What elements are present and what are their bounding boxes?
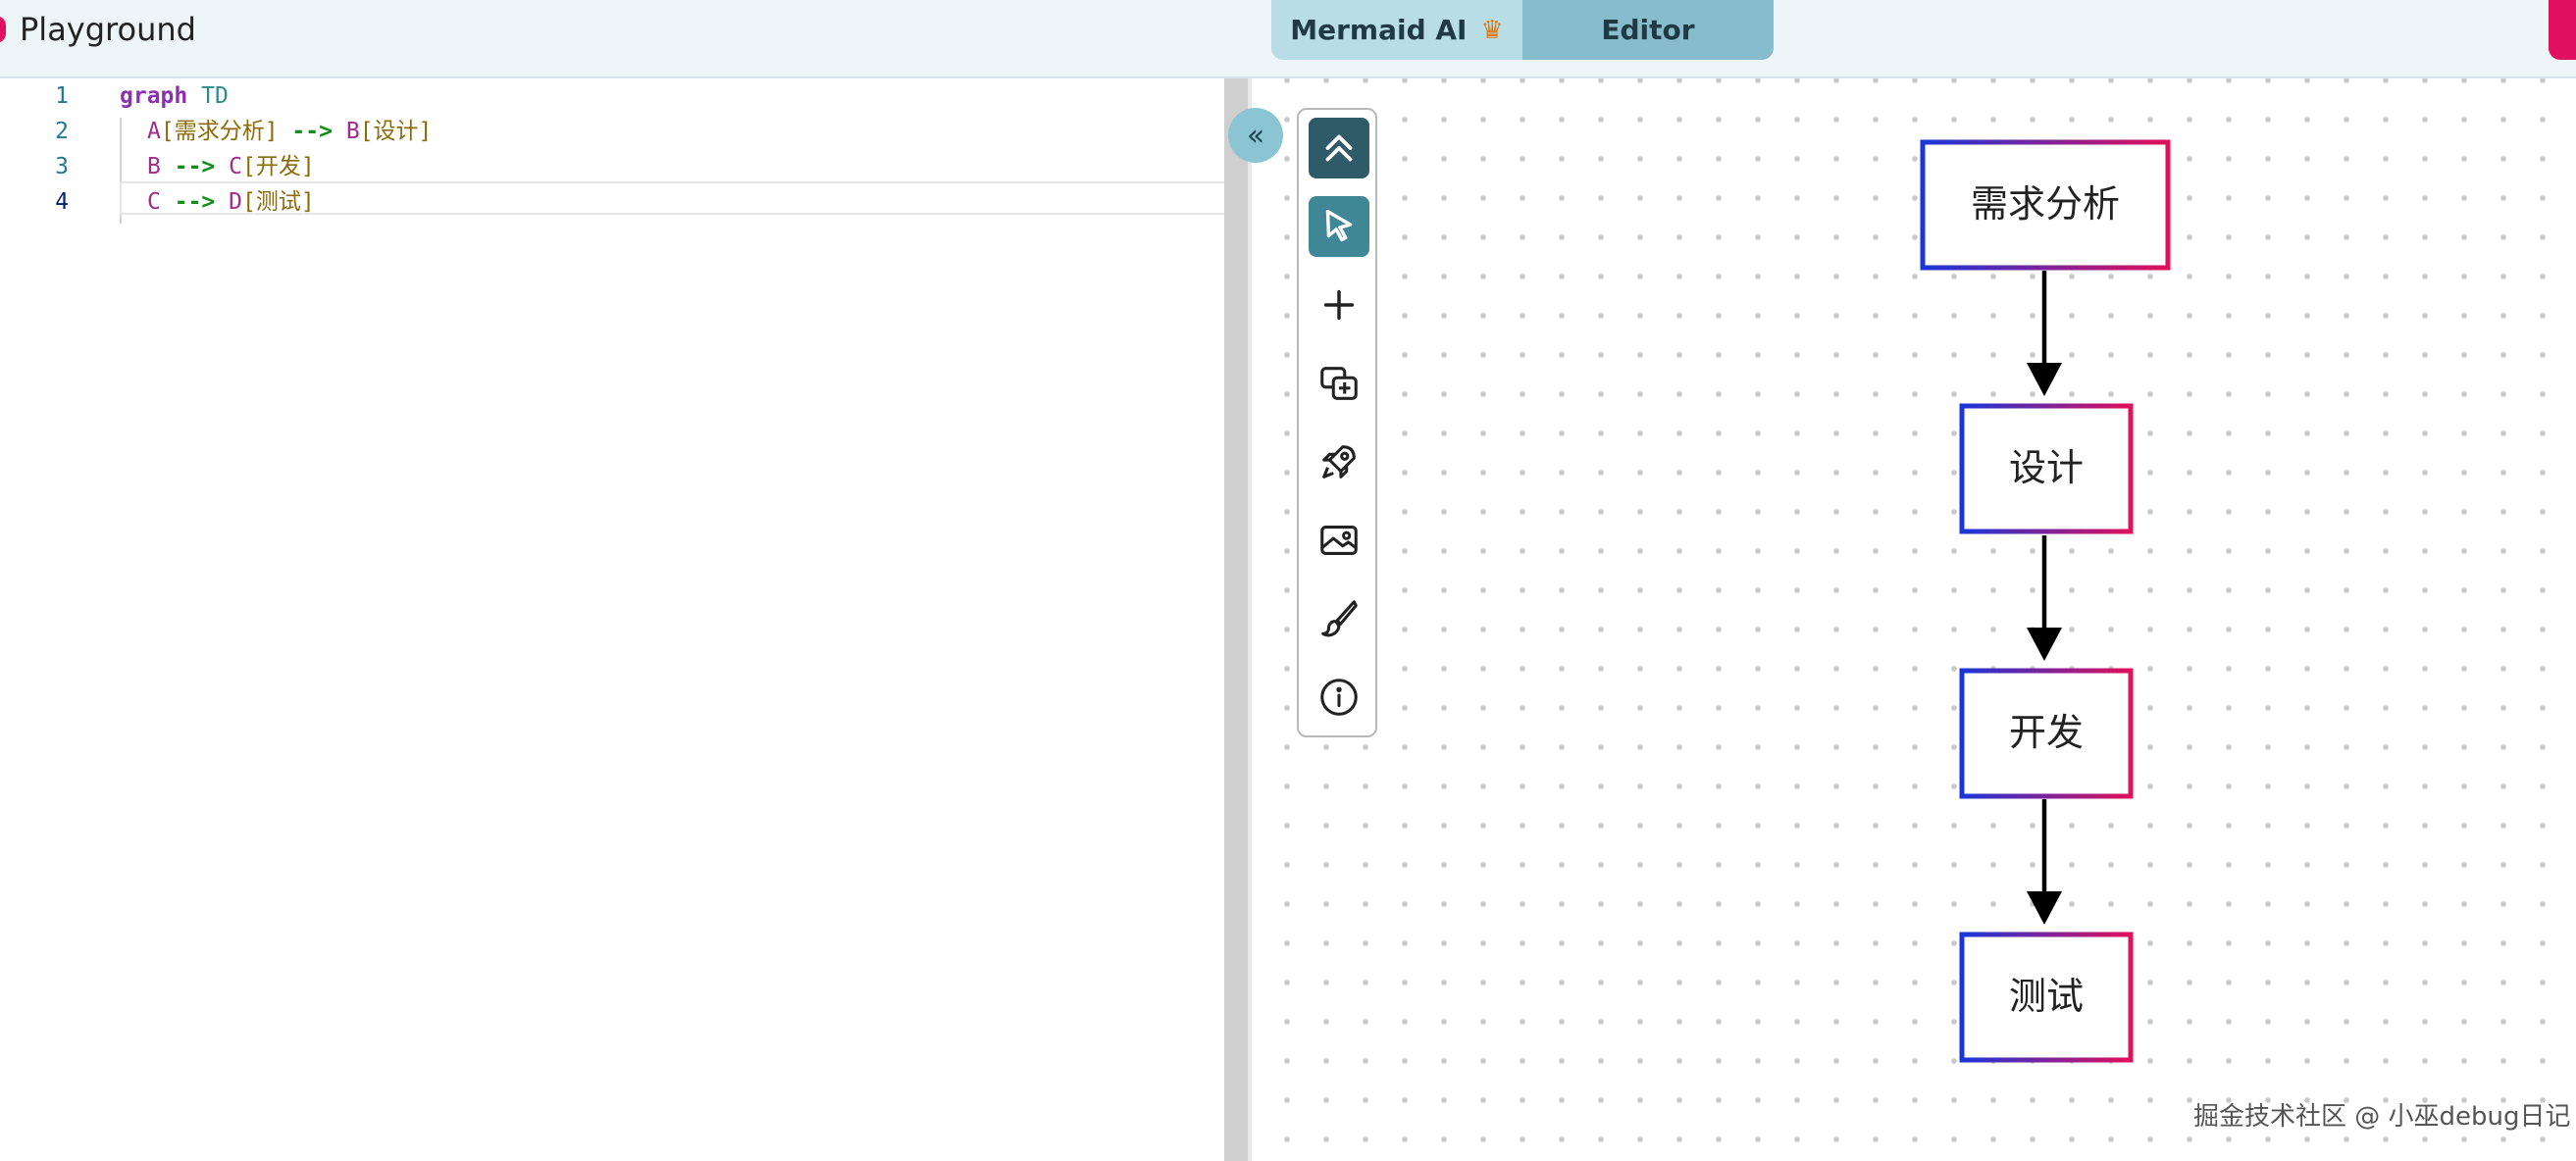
code-text[interactable]: graph TD <box>120 78 229 114</box>
add-shape-button[interactable] <box>1309 353 1369 414</box>
node-d-label: 测试 <box>2008 975 2084 1018</box>
tab-editor[interactable]: Editor <box>1522 0 1774 60</box>
code-line[interactable]: 1 graph TD <box>0 78 1248 114</box>
tab-mermaid-ai-label: Mermaid AI <box>1290 14 1468 46</box>
arrow-token: --> <box>174 189 216 215</box>
pointer-icon <box>1325 209 1353 242</box>
info-button[interactable] <box>1309 667 1369 728</box>
collapse-editor-button[interactable]: « <box>1228 108 1283 163</box>
code-editor[interactable]: 1 graph TD 2 A[需求分析] --> B[设计] 3 B --> C… <box>0 78 1250 1161</box>
export-image-button[interactable] <box>1309 510 1369 571</box>
code-text[interactable]: B --> C[开发] <box>147 149 315 184</box>
code-line-active[interactable]: 4 C --> D[测试] <box>0 184 1248 220</box>
node-id: C <box>147 189 161 215</box>
line-number: 1 <box>55 83 69 109</box>
chevrons-left-icon: « <box>1246 118 1265 153</box>
node-id: C <box>229 154 242 179</box>
node-id: B <box>345 119 360 144</box>
tab-editor-label: Editor <box>1601 14 1695 46</box>
collapse-toolbar-button[interactable] <box>1309 118 1369 178</box>
logo-icon <box>0 16 6 43</box>
info-icon <box>1320 679 1358 716</box>
select-tool-button[interactable] <box>1309 196 1369 257</box>
rocket-button[interactable] <box>1309 431 1369 492</box>
line-number: 3 <box>55 154 69 179</box>
rocket-icon <box>1322 445 1356 479</box>
canvas-toolbar <box>1297 108 1377 737</box>
add-node-button[interactable] <box>1309 275 1369 335</box>
node-id: A <box>147 119 161 144</box>
arrow-token: --> <box>174 154 216 179</box>
chevrons-up-icon <box>1325 134 1353 162</box>
direction: TD <box>201 83 229 109</box>
code-text[interactable]: C --> D[测试] <box>147 184 315 220</box>
node-c-label: 开发 <box>2008 711 2084 754</box>
node-label-text: [需求分析] <box>160 119 279 144</box>
line-number: 2 <box>55 119 69 144</box>
watermark: 掘金技术社区 @ 小巫debug日记 <box>2193 1102 2571 1132</box>
header-action-button[interactable] <box>2549 0 2576 60</box>
node-a-label: 需求分析 <box>1970 182 2120 226</box>
mode-switch: Mermaid AI ♛ Editor <box>1271 0 1774 60</box>
code-line[interactable]: 2 A[需求分析] --> B[设计] <box>0 114 1248 149</box>
line-number: 4 <box>55 189 69 215</box>
node-label-text: [设计] <box>359 119 433 144</box>
page-title: Playground <box>20 11 196 48</box>
keyword: graph <box>120 83 188 109</box>
add-shape-icon <box>1320 367 1358 400</box>
node-label-text: [开发] <box>241 154 315 179</box>
top-bar: Playground Mermaid AI ♛ Editor <box>0 0 2576 78</box>
brush-icon <box>1321 600 1358 637</box>
code-line[interactable]: 3 B --> C[开发] <box>0 149 1248 184</box>
panel-splitter[interactable] <box>1224 78 1248 1161</box>
image-icon <box>1320 526 1358 555</box>
tab-mermaid-ai[interactable]: Mermaid AI ♛ <box>1271 0 1522 60</box>
theme-brush-button[interactable] <box>1309 588 1369 649</box>
node-label-text: [测试] <box>241 189 315 215</box>
node-b-label: 设计 <box>2008 446 2084 489</box>
node-id: B <box>147 154 161 179</box>
arrow-token: --> <box>291 119 333 144</box>
plus-icon <box>1323 289 1355 321</box>
crown-icon: ♛ <box>1480 15 1504 45</box>
code-text[interactable]: A[需求分析] --> B[设计] <box>147 114 432 149</box>
diagram-canvas[interactable] <box>1252 78 2576 1161</box>
node-id: D <box>229 189 242 215</box>
